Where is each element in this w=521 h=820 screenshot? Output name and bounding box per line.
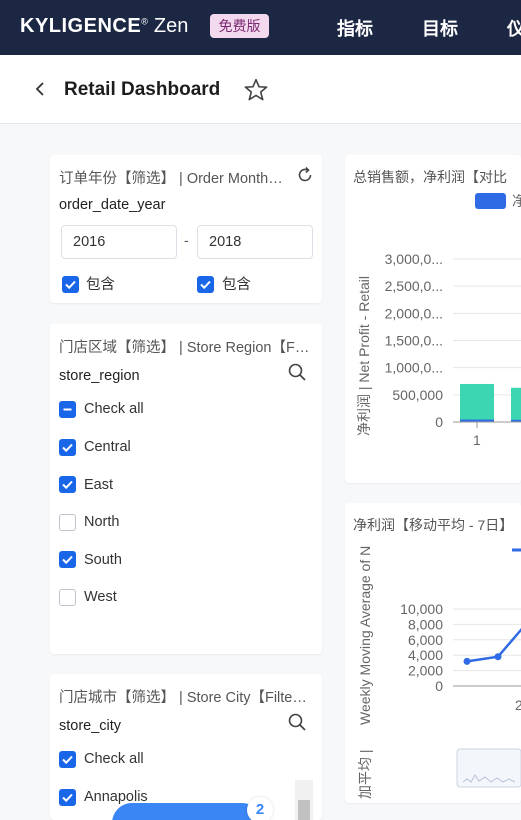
kyligence-logo[interactable]: KYLIGENCE® Zen <box>20 15 188 38</box>
nav-item-metrics[interactable]: 指标 <box>337 15 373 41</box>
indeterminate-icon <box>63 408 72 411</box>
favorite-star-icon[interactable] <box>243 77 269 103</box>
order-year-filter-card: 订单年份【筛选】 | Order Month【Filter】 order_dat… <box>50 155 322 303</box>
y-tick-label: 500,000 <box>392 387 443 403</box>
back-arrow-icon[interactable] <box>30 79 50 99</box>
edition-badge: 免费版 <box>210 14 269 38</box>
include-from-label: 包含 <box>86 277 115 293</box>
data-point <box>494 653 502 661</box>
year-from-input[interactable]: 2016 <box>61 225 177 259</box>
store-city-filter-card: 门店城市【筛选】 | Store City【Filter】 store_city… <box>50 674 322 820</box>
chart-gridlines <box>453 258 521 396</box>
check-icon <box>62 480 73 490</box>
x-tick-label: 1 <box>473 432 481 448</box>
y-tick-label: 3,000,0... <box>385 251 443 267</box>
region-option-label[interactable]: North <box>84 514 119 530</box>
y-tick-label: 1,500,0... <box>385 333 443 349</box>
y-tick-label: 2,000 <box>408 663 443 679</box>
data-point <box>463 657 471 665</box>
sales-profit-chart-card: 总销售额，净利润【对比 净 净利润 | Net Profit - Retail … <box>345 155 521 483</box>
chart-bars <box>460 383 521 422</box>
y-axis-label: 净利润 | Net Profit - Retail <box>356 276 372 436</box>
floating-action-button[interactable] <box>112 803 262 820</box>
y-axis-label-prefix: 加平均 | <box>357 749 373 799</box>
region-checkbox-north[interactable] <box>59 514 76 531</box>
notification-count-badge[interactable]: 2 <box>247 797 273 820</box>
search-icon[interactable] <box>287 362 307 382</box>
y-tick-label: 10,000 <box>400 601 443 617</box>
region-checkbox-south[interactable] <box>59 551 76 568</box>
x-tick-label: 2 <box>515 697 521 713</box>
check-icon <box>65 280 76 290</box>
filter-title: 订单年份【筛选】 | Order Month【Filter】 <box>59 171 292 187</box>
y-tick-label: 0 <box>435 414 443 430</box>
logo-zen-text: Zen <box>148 15 189 37</box>
region-checkbox-west[interactable] <box>59 589 76 606</box>
include-to-checkbox[interactable] <box>197 276 214 293</box>
check-icon <box>62 755 73 765</box>
check-icon <box>62 793 73 803</box>
check-icon <box>62 443 73 453</box>
legend-swatch[interactable] <box>475 193 506 209</box>
include-from-checkbox[interactable] <box>62 276 79 293</box>
y-axis-ticks: 3,000,0... 2,500,0... 2,000,0... 1,500,0...… <box>385 251 444 430</box>
region-option-label[interactable]: Check all <box>84 401 144 417</box>
field-name: store_city <box>59 718 122 734</box>
check-all-checkbox[interactable] <box>59 401 76 418</box>
moving-average-chart-card: 净利润【移动平均 - 7日】 Weekly Moving Average of … <box>345 503 521 803</box>
y-tick-label: 2,500,0... <box>385 278 443 294</box>
city-check-all-checkbox[interactable] <box>59 751 76 768</box>
page-title: Retail Dashboard <box>64 79 221 100</box>
check-icon <box>200 280 211 290</box>
chart-gridlines <box>453 608 521 672</box>
y-tick-label: 1,000,0... <box>385 360 443 376</box>
chart-line <box>463 627 521 665</box>
bar <box>460 383 494 422</box>
filter-title: 门店区域【筛选】 | Store Region【Filter】 <box>59 340 310 356</box>
region-option-label[interactable]: West <box>84 589 117 605</box>
region-option-label[interactable]: Central <box>84 439 131 455</box>
y-tick-label: 0 <box>435 678 443 694</box>
store-region-filter-card: 门店区域【筛选】 | Store Region【Filter】 store_re… <box>50 324 322 654</box>
sales-profit-chart: 净 净利润 | Net Profit - Retail 3,000,0... 2,… <box>356 193 521 448</box>
include-to-label: 包含 <box>222 277 251 293</box>
range-separator: - <box>184 232 189 248</box>
search-icon[interactable] <box>287 712 307 732</box>
logo-text: KYLIGENCE <box>20 15 142 37</box>
region-checkbox-central[interactable] <box>59 439 76 456</box>
field-name: store_region <box>59 368 140 384</box>
dashboard-header: Retail Dashboard <box>0 55 521 124</box>
region-option-label[interactable]: South <box>84 552 122 568</box>
legend-label: 净 <box>512 193 521 209</box>
bar <box>511 387 521 422</box>
refresh-icon[interactable] <box>295 165 315 185</box>
y-tick-label: 2,000,0... <box>385 305 443 321</box>
y-axis-ticks: 10,0008,0006,0004,0002,0000 <box>400 601 443 694</box>
y-tick-label: 8,000 <box>408 616 443 632</box>
y-tick-label: 4,000 <box>408 647 443 663</box>
moving-average-chart: Weekly Moving Average of N 加平均 | 10,0008… <box>357 546 521 799</box>
check-icon <box>62 555 73 565</box>
nav-item-goals[interactable]: 目标 <box>422 15 458 41</box>
top-nav-bar: KYLIGENCE® Zen 免费版 指标 目标 仪 <box>0 0 521 55</box>
y-axis-label: Weekly Moving Average of N <box>357 546 373 725</box>
zoom-slider[interactable] <box>456 748 521 788</box>
filter-title: 门店城市【筛选】 | Store City【Filter】 <box>59 690 310 706</box>
city-list-scroll-thumb[interactable] <box>298 800 310 820</box>
year-to-input[interactable]: 2018 <box>197 225 313 259</box>
y-tick-label: 6,000 <box>408 632 443 648</box>
field-name: order_date_year <box>59 197 166 213</box>
city-option-label[interactable]: Check all <box>84 751 144 767</box>
nav-item-dashboard[interactable]: 仪 <box>507 15 521 41</box>
city-checkbox-annapolis[interactable] <box>59 789 76 806</box>
region-option-label[interactable]: East <box>84 477 113 493</box>
region-checkbox-east[interactable] <box>59 476 76 493</box>
